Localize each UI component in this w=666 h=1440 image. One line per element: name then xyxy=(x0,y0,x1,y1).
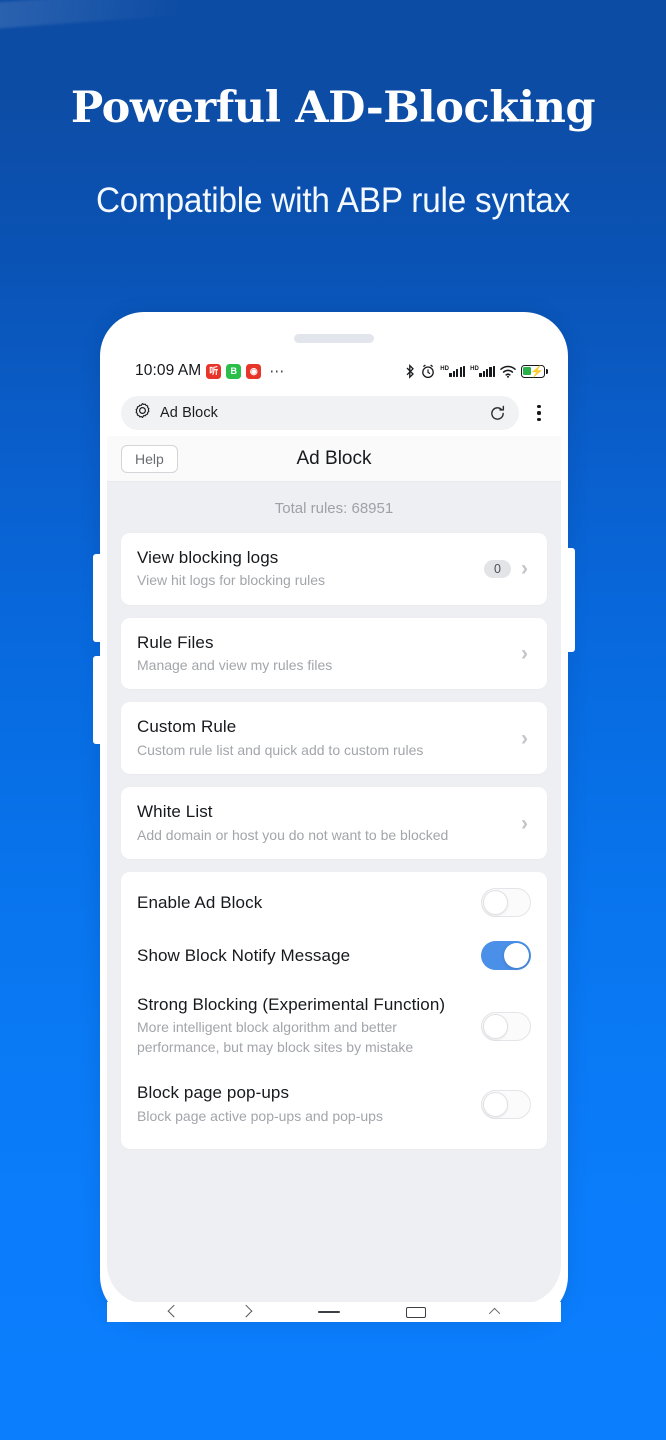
card-title: Custom Rule xyxy=(137,717,237,737)
earpiece-speaker xyxy=(294,334,374,343)
omnibox-text: Ad Block xyxy=(160,405,219,421)
setting-subtitle: Block page active pop-ups and pop-ups xyxy=(137,1107,383,1124)
list-item-rule-files[interactable]: Rule Files Manage and view my rules file… xyxy=(121,617,547,690)
browser-toolbar: Ad Block xyxy=(107,390,561,436)
toggle-show-block-notify[interactable] xyxy=(481,940,531,970)
ximalaya-icon: 听 xyxy=(206,363,222,379)
volume-up-button[interactable] xyxy=(93,554,102,642)
toggle-knob xyxy=(483,1091,508,1117)
promo-text-block: Powerful AD-Blocking Compatible with ABP… xyxy=(0,0,666,221)
signal-sim1-icon: HD xyxy=(440,365,466,377)
card-title: View blocking logs xyxy=(137,548,279,567)
power-button[interactable] xyxy=(566,548,575,652)
reload-icon[interactable] xyxy=(489,405,506,422)
phone-mockup: 10:09 AM 听 B ◉ ⋯ HD HD ⚡ Ad Block Help A… xyxy=(93,312,575,1322)
card-subtitle: Manage and view my rules files xyxy=(137,657,333,674)
battery-charging-icon: ⚡ xyxy=(521,364,549,378)
list-item-view-blocking-logs[interactable]: View blocking logs View hit logs for blo… xyxy=(121,533,547,605)
card-subtitle: View hit logs for blocking rules xyxy=(137,572,326,589)
setting-row-enable-ad-block[interactable]: Enable Ad Block xyxy=(137,876,531,929)
signal-sim2-icon: HD xyxy=(470,365,495,377)
card-subtitle: Custom rule list and quick add to custom… xyxy=(137,741,424,758)
hd-label-2: HD xyxy=(470,365,479,372)
app-header: Help Ad Block xyxy=(107,436,561,482)
toggle-knob xyxy=(483,889,508,915)
toggle-knob xyxy=(504,942,529,968)
phone-screen: 10:09 AM 听 B ◉ ⋯ HD HD ⚡ Ad Block Help A… xyxy=(107,352,561,1304)
toggle-strong-blocking[interactable] xyxy=(481,1011,531,1041)
messaging-icon: B xyxy=(226,363,242,379)
omnibox[interactable]: Ad Block xyxy=(121,396,519,430)
back-icon[interactable] xyxy=(167,1304,181,1317)
toggle-knob xyxy=(483,1013,508,1039)
toggle-enable-ad-block[interactable] xyxy=(481,887,531,917)
status-bar-left: 10:09 AM 听 B ◉ ⋯ xyxy=(135,362,285,380)
status-bar-right: HD HD ⚡ xyxy=(405,352,549,390)
card-subtitle: Add domain or host you do not want to be… xyxy=(137,826,449,843)
card-title: Rule Files xyxy=(137,632,214,652)
promo-subheadline: Compatible with ABP rule syntax xyxy=(95,181,571,221)
setting-row-block-popups[interactable]: Block page pop-ups Block page active pop… xyxy=(137,1070,531,1138)
app-content: Total rules: 68951 View blocking logs Vi… xyxy=(107,482,561,1304)
collapse-icon[interactable] xyxy=(488,1307,501,1320)
chevron-right-icon: › xyxy=(521,642,528,666)
setting-title: Enable Ad Block xyxy=(137,892,263,912)
status-bar: 10:09 AM 听 B ◉ ⋯ HD HD ⚡ xyxy=(107,352,561,390)
promo-headline: Powerful AD-Blocking xyxy=(70,83,596,133)
alarm-icon xyxy=(421,363,435,379)
setting-row-strong-blocking[interactable]: Strong Blocking (Experimental Function) … xyxy=(137,982,531,1070)
list-item-white-list[interactable]: White List Add domain or host you do not… xyxy=(121,787,547,859)
chevron-right-icon: › xyxy=(521,557,528,581)
chevron-right-icon: › xyxy=(521,811,528,835)
setting-title: Show Block Notify Message xyxy=(137,945,351,965)
help-button[interactable]: Help xyxy=(121,444,178,473)
setting-title: Block page pop-ups xyxy=(137,1083,290,1103)
setting-subtitle: More intelligent block algorithm and bet… xyxy=(137,1019,414,1056)
hd-label-1: HD xyxy=(440,365,449,372)
gear-icon xyxy=(134,402,151,424)
total-rules-label: Total rules: 68951 xyxy=(274,500,394,517)
setting-title: Strong Blocking (Experimental Function) xyxy=(137,994,446,1014)
forward-icon[interactable] xyxy=(239,1304,253,1317)
volume-down-button[interactable] xyxy=(93,656,102,744)
charging-bolt-icon: ⚡ xyxy=(530,365,544,378)
settings-toggle-card: Enable Ad Block Show Block Notify Messag… xyxy=(121,871,547,1149)
list-item-custom-rule[interactable]: Custom Rule Custom rule list and quick a… xyxy=(121,702,547,775)
status-time: 10:09 AM xyxy=(135,362,202,379)
wifi-icon xyxy=(500,365,516,378)
chevron-right-icon: › xyxy=(521,726,528,750)
system-navigation-bar xyxy=(107,1302,561,1322)
overflow-menu-icon[interactable] xyxy=(529,405,549,421)
home-icon[interactable] xyxy=(318,1310,340,1314)
setting-row-show-block-notify[interactable]: Show Block Notify Message xyxy=(137,929,531,982)
bluetooth-icon xyxy=(405,363,416,379)
alipay-icon: ◉ xyxy=(246,363,262,379)
recents-icon[interactable] xyxy=(406,1306,426,1318)
toggle-block-popups[interactable] xyxy=(481,1089,531,1119)
card-title: White List xyxy=(137,802,213,822)
status-overflow-icon: ⋯ xyxy=(269,363,286,380)
status-badge: 0 xyxy=(484,559,511,578)
